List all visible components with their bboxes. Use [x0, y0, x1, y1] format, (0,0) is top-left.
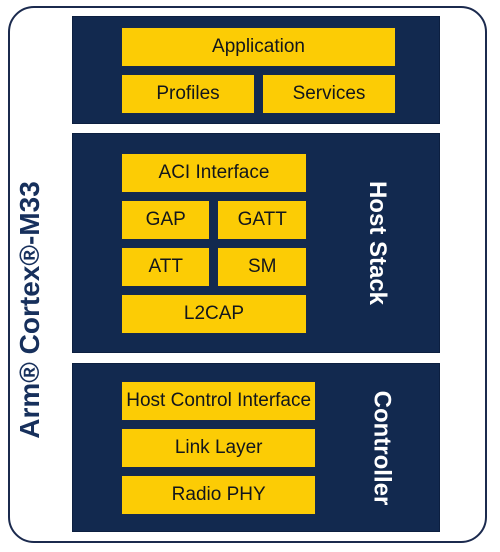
block-controller-side-label-text: Controller — [368, 390, 396, 505]
layer-box-radio-phy[interactable]: Radio PHY — [121, 474, 317, 515]
block-application: Application Profiles Services — [72, 16, 440, 124]
mcu-core-label-text: Arm® Cortex®-M33 — [14, 181, 46, 439]
layer-box-application[interactable]: Application — [121, 26, 396, 67]
block-controller-rows: Host Control Interface Link Layer Radio … — [73, 364, 324, 531]
layer-box-host-control-interface[interactable]: Host Control Interface — [121, 380, 317, 421]
block-controller-row-3: Radio PHY — [121, 474, 317, 515]
mcu-core-label: Arm® Cortex®-M33 — [0, 100, 60, 520]
layer-box-link-layer[interactable]: Link Layer — [121, 427, 317, 468]
block-controller-side-label: Controller — [324, 364, 439, 531]
block-controller: Host Control Interface Link Layer Radio … — [72, 363, 440, 532]
block-host-stack-row-3: ATT SM — [121, 246, 307, 287]
block-application-row-2: Profiles Services — [121, 73, 396, 114]
block-application-rows: Application Profiles Services — [73, 17, 439, 123]
layer-box-gap[interactable]: GAP — [121, 199, 211, 240]
layer-box-aci-interface[interactable]: ACI Interface — [121, 152, 307, 193]
layer-box-profiles[interactable]: Profiles — [121, 73, 255, 114]
layer-box-att[interactable]: ATT — [121, 246, 211, 287]
layer-box-sm[interactable]: SM — [217, 246, 307, 287]
block-controller-row-2: Link Layer — [121, 427, 317, 468]
block-host-stack: ACI Interface GAP GATT ATT SM L2CAP Host… — [72, 133, 440, 353]
block-host-stack-side-label: Host Stack — [315, 134, 439, 352]
layer-box-gatt[interactable]: GATT — [217, 199, 307, 240]
block-host-stack-rows: ACI Interface GAP GATT ATT SM L2CAP — [73, 134, 315, 352]
block-application-row-1: Application — [121, 26, 396, 67]
block-host-stack-row-2: GAP GATT — [121, 199, 307, 240]
layer-box-l2cap[interactable]: L2CAP — [121, 293, 307, 334]
block-host-stack-side-label-text: Host Stack — [363, 180, 391, 306]
block-host-stack-row-4: L2CAP — [121, 293, 307, 334]
block-host-stack-row-1: ACI Interface — [121, 152, 307, 193]
block-controller-row-1: Host Control Interface — [121, 380, 317, 421]
layer-box-services[interactable]: Services — [262, 73, 396, 114]
